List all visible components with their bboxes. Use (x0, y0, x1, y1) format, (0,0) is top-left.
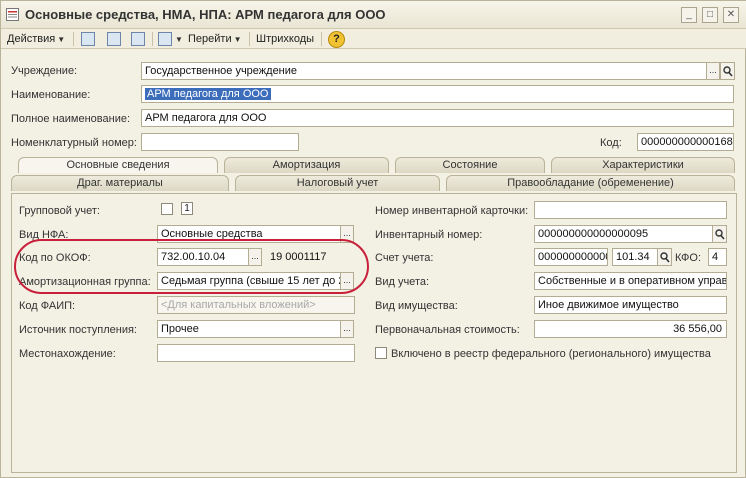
chevron-down-icon: ▼ (57, 35, 66, 44)
window-title: Основные средства, НМА, НПА: АРМ педагог… (25, 7, 386, 22)
nomenclature-field[interactable] (141, 133, 299, 151)
tab-characteristics[interactable]: Характеристики (551, 157, 735, 173)
faip-code-field[interactable]: <Для капитальных вложений> (157, 296, 355, 314)
depreciation-group-label: Амортизационная группа: (19, 276, 151, 288)
magnifier-icon (660, 252, 670, 263)
inventory-card-field[interactable] (534, 201, 727, 219)
source-select-button[interactable]: ... (340, 320, 354, 338)
initial-cost-field[interactable]: 36 556,00 (534, 320, 727, 338)
document-window: Основные средства, НМА, НПА: АРМ педагог… (0, 0, 746, 478)
actions-menu[interactable]: Действия ▼ (7, 31, 65, 48)
account-code-field[interactable]: 000000000000 (534, 248, 608, 266)
toolbar-separator (321, 32, 322, 46)
inventory-number-field[interactable]: 000000000000000095 (534, 225, 713, 243)
code-field[interactable]: 000000000000168 (637, 133, 734, 151)
location-field[interactable] (157, 344, 355, 362)
refresh-icon[interactable] (107, 32, 121, 46)
property-type-field[interactable]: Иное движимое имущество (534, 296, 727, 314)
nfa-type-label: Вид НФА: (19, 229, 69, 241)
copy-icon[interactable] (131, 32, 145, 46)
institution-label: Учреждение: (11, 65, 78, 77)
toolbar-separator (249, 32, 250, 46)
goto-menu[interactable]: Перейти ▼ (188, 31, 242, 48)
name-field[interactable]: АРМ педагога для ООО (141, 85, 734, 103)
location-label: Местонахождение: (19, 348, 116, 360)
toolbar-separator (152, 32, 153, 46)
okof-field[interactable]: 732.00.10.04 (157, 248, 249, 266)
institution-field[interactable]: Государственное учреждение (141, 62, 707, 80)
accounting-type-field[interactable]: Собственные и в оперативном управлении (534, 272, 727, 290)
toolbar: Действия ▼ ▼ Перейти ▼ Штрихкоды ? (1, 29, 746, 49)
code-label: Код: (600, 137, 622, 149)
account-label: Счет учета: (375, 252, 434, 264)
okof-extra-code: 19 0001117 (270, 251, 327, 263)
toolbar-separator (73, 32, 74, 46)
account-field[interactable]: 101.34 (612, 248, 658, 266)
tab-depreciation[interactable]: Амортизация (224, 157, 389, 173)
inventory-number-label: Инвентарный номер: (375, 229, 483, 241)
help-icon[interactable]: ? (328, 31, 345, 48)
registry-label: Включено в реестр федерального (регионал… (391, 348, 711, 360)
tab-tax-accounting[interactable]: Налоговый учет (235, 175, 440, 191)
kfo-label: КФО: (675, 252, 702, 264)
tab-precious-materials[interactable]: Драг. материалы (11, 175, 229, 191)
inventory-number-open-button[interactable] (712, 225, 727, 243)
initial-cost-label: Первоначальная стоимость: (375, 324, 520, 336)
title-bar: Основные средства, НМА, НПА: АРМ педагог… (1, 1, 746, 29)
faip-code-label: Код ФАИП: (19, 300, 76, 312)
magnifier-icon (715, 229, 725, 240)
registry-checkbox[interactable] (375, 347, 387, 359)
barcodes-button[interactable]: Штрихкоды (256, 31, 314, 48)
name-label: Наименование: (11, 89, 91, 101)
nomenclature-label: Номенклатурный номер: (11, 137, 137, 149)
chevron-down-icon: ▼ (175, 35, 183, 44)
source-field[interactable]: Прочее (157, 320, 341, 338)
close-button[interactable]: ✕ (723, 7, 739, 23)
accounting-type-label: Вид учета: (375, 276, 430, 288)
depreciation-group-select-button[interactable]: ... (340, 272, 354, 290)
full-name-label: Полное наименование: (11, 113, 131, 125)
nfa-type-field[interactable]: Основные средства (157, 225, 341, 243)
tab-state[interactable]: Состояние (395, 157, 545, 173)
group-accounting-checkbox[interactable] (161, 203, 173, 215)
save-icon[interactable] (81, 32, 95, 46)
kfo-field[interactable]: 4 (708, 248, 727, 266)
post-icon[interactable] (158, 32, 172, 46)
full-name-field[interactable]: АРМ педагога для ООО (141, 109, 734, 127)
minimize-button[interactable]: _ (681, 7, 697, 23)
magnifier-icon (723, 66, 733, 77)
okof-select-button[interactable]: ... (248, 248, 262, 266)
nfa-type-select-button[interactable]: ... (340, 225, 354, 243)
post-menu-arrow[interactable]: ▼ (173, 31, 183, 48)
group-count: 1 (181, 202, 193, 215)
app-icon (6, 8, 19, 21)
property-type-label: Вид имущества: (375, 300, 458, 312)
institution-select-button[interactable]: ... (706, 62, 720, 80)
account-open-button[interactable] (657, 248, 672, 266)
chevron-down-icon: ▼ (233, 35, 242, 44)
name-value: АРМ педагога для ООО (145, 88, 271, 100)
okof-label: Код по ОКОФ: (19, 252, 91, 264)
tab-main-info[interactable]: Основные сведения (18, 157, 218, 173)
tab-rights[interactable]: Правообладание (обременение) (446, 175, 735, 191)
depreciation-group-field[interactable]: Седьмая группа (свыше 15 лет до 20 лет в… (157, 272, 341, 290)
maximize-button[interactable]: □ (702, 7, 718, 23)
group-accounting-label: Групповой учет: (19, 205, 100, 217)
inventory-card-label: Номер инвентарной карточки: (375, 205, 529, 217)
source-label: Источник поступления: (19, 324, 137, 336)
institution-open-button[interactable] (720, 62, 735, 80)
